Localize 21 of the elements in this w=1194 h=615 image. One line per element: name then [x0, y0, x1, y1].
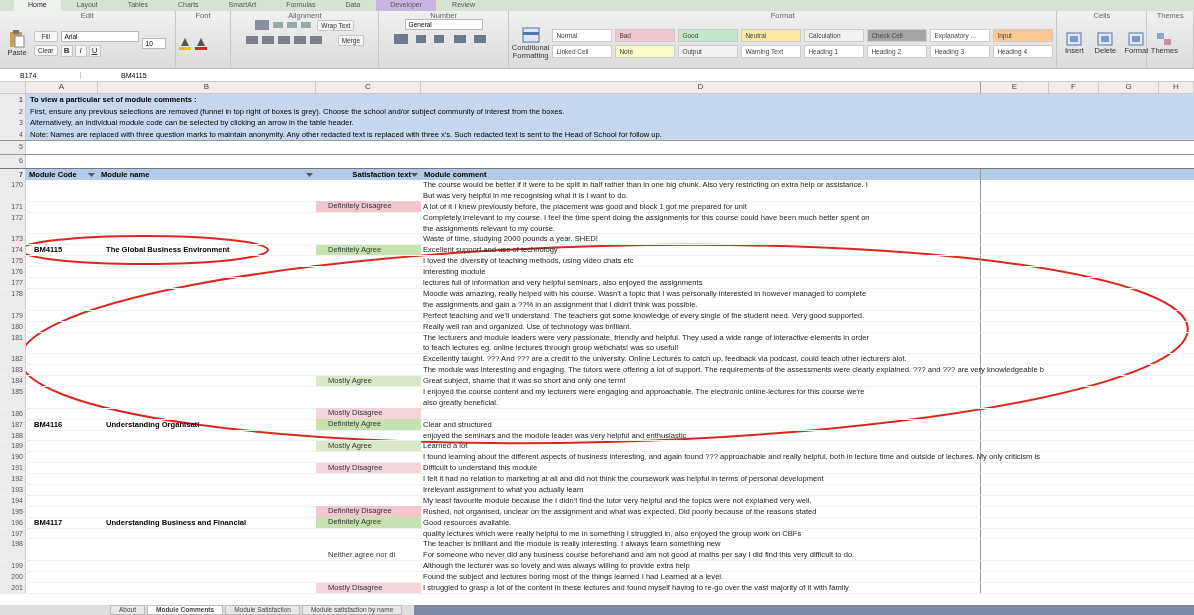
dropdown-arrow-icon[interactable] [306, 171, 313, 178]
grid-icon [1066, 31, 1083, 46]
horizontal-scrollbar[interactable] [414, 605, 1194, 615]
dropdown-arrow-icon[interactable] [411, 171, 418, 178]
text-style-toggle[interactable]: U [88, 44, 101, 57]
column-header[interactable]: D [421, 82, 981, 93]
column-header[interactable]: C [316, 82, 421, 93]
table-icon [521, 26, 540, 43]
text-style-toggle[interactable]: I [74, 44, 87, 57]
column-header[interactable]: B [98, 82, 316, 93]
column-header[interactable]: E [981, 82, 1049, 93]
text-style-toggle[interactable]: B [60, 44, 73, 57]
grid-icon [1128, 31, 1145, 46]
column-header[interactable]: G [1099, 82, 1159, 93]
grid-icon [1097, 31, 1114, 46]
palette-icon [1156, 31, 1173, 46]
column-header[interactable]: F [1049, 82, 1099, 93]
clipboard-icon [9, 29, 25, 48]
column-header[interactable]: H [1159, 82, 1194, 93]
column-header[interactable]: A [26, 82, 98, 93]
dropdown-arrow-icon[interactable] [88, 171, 95, 178]
